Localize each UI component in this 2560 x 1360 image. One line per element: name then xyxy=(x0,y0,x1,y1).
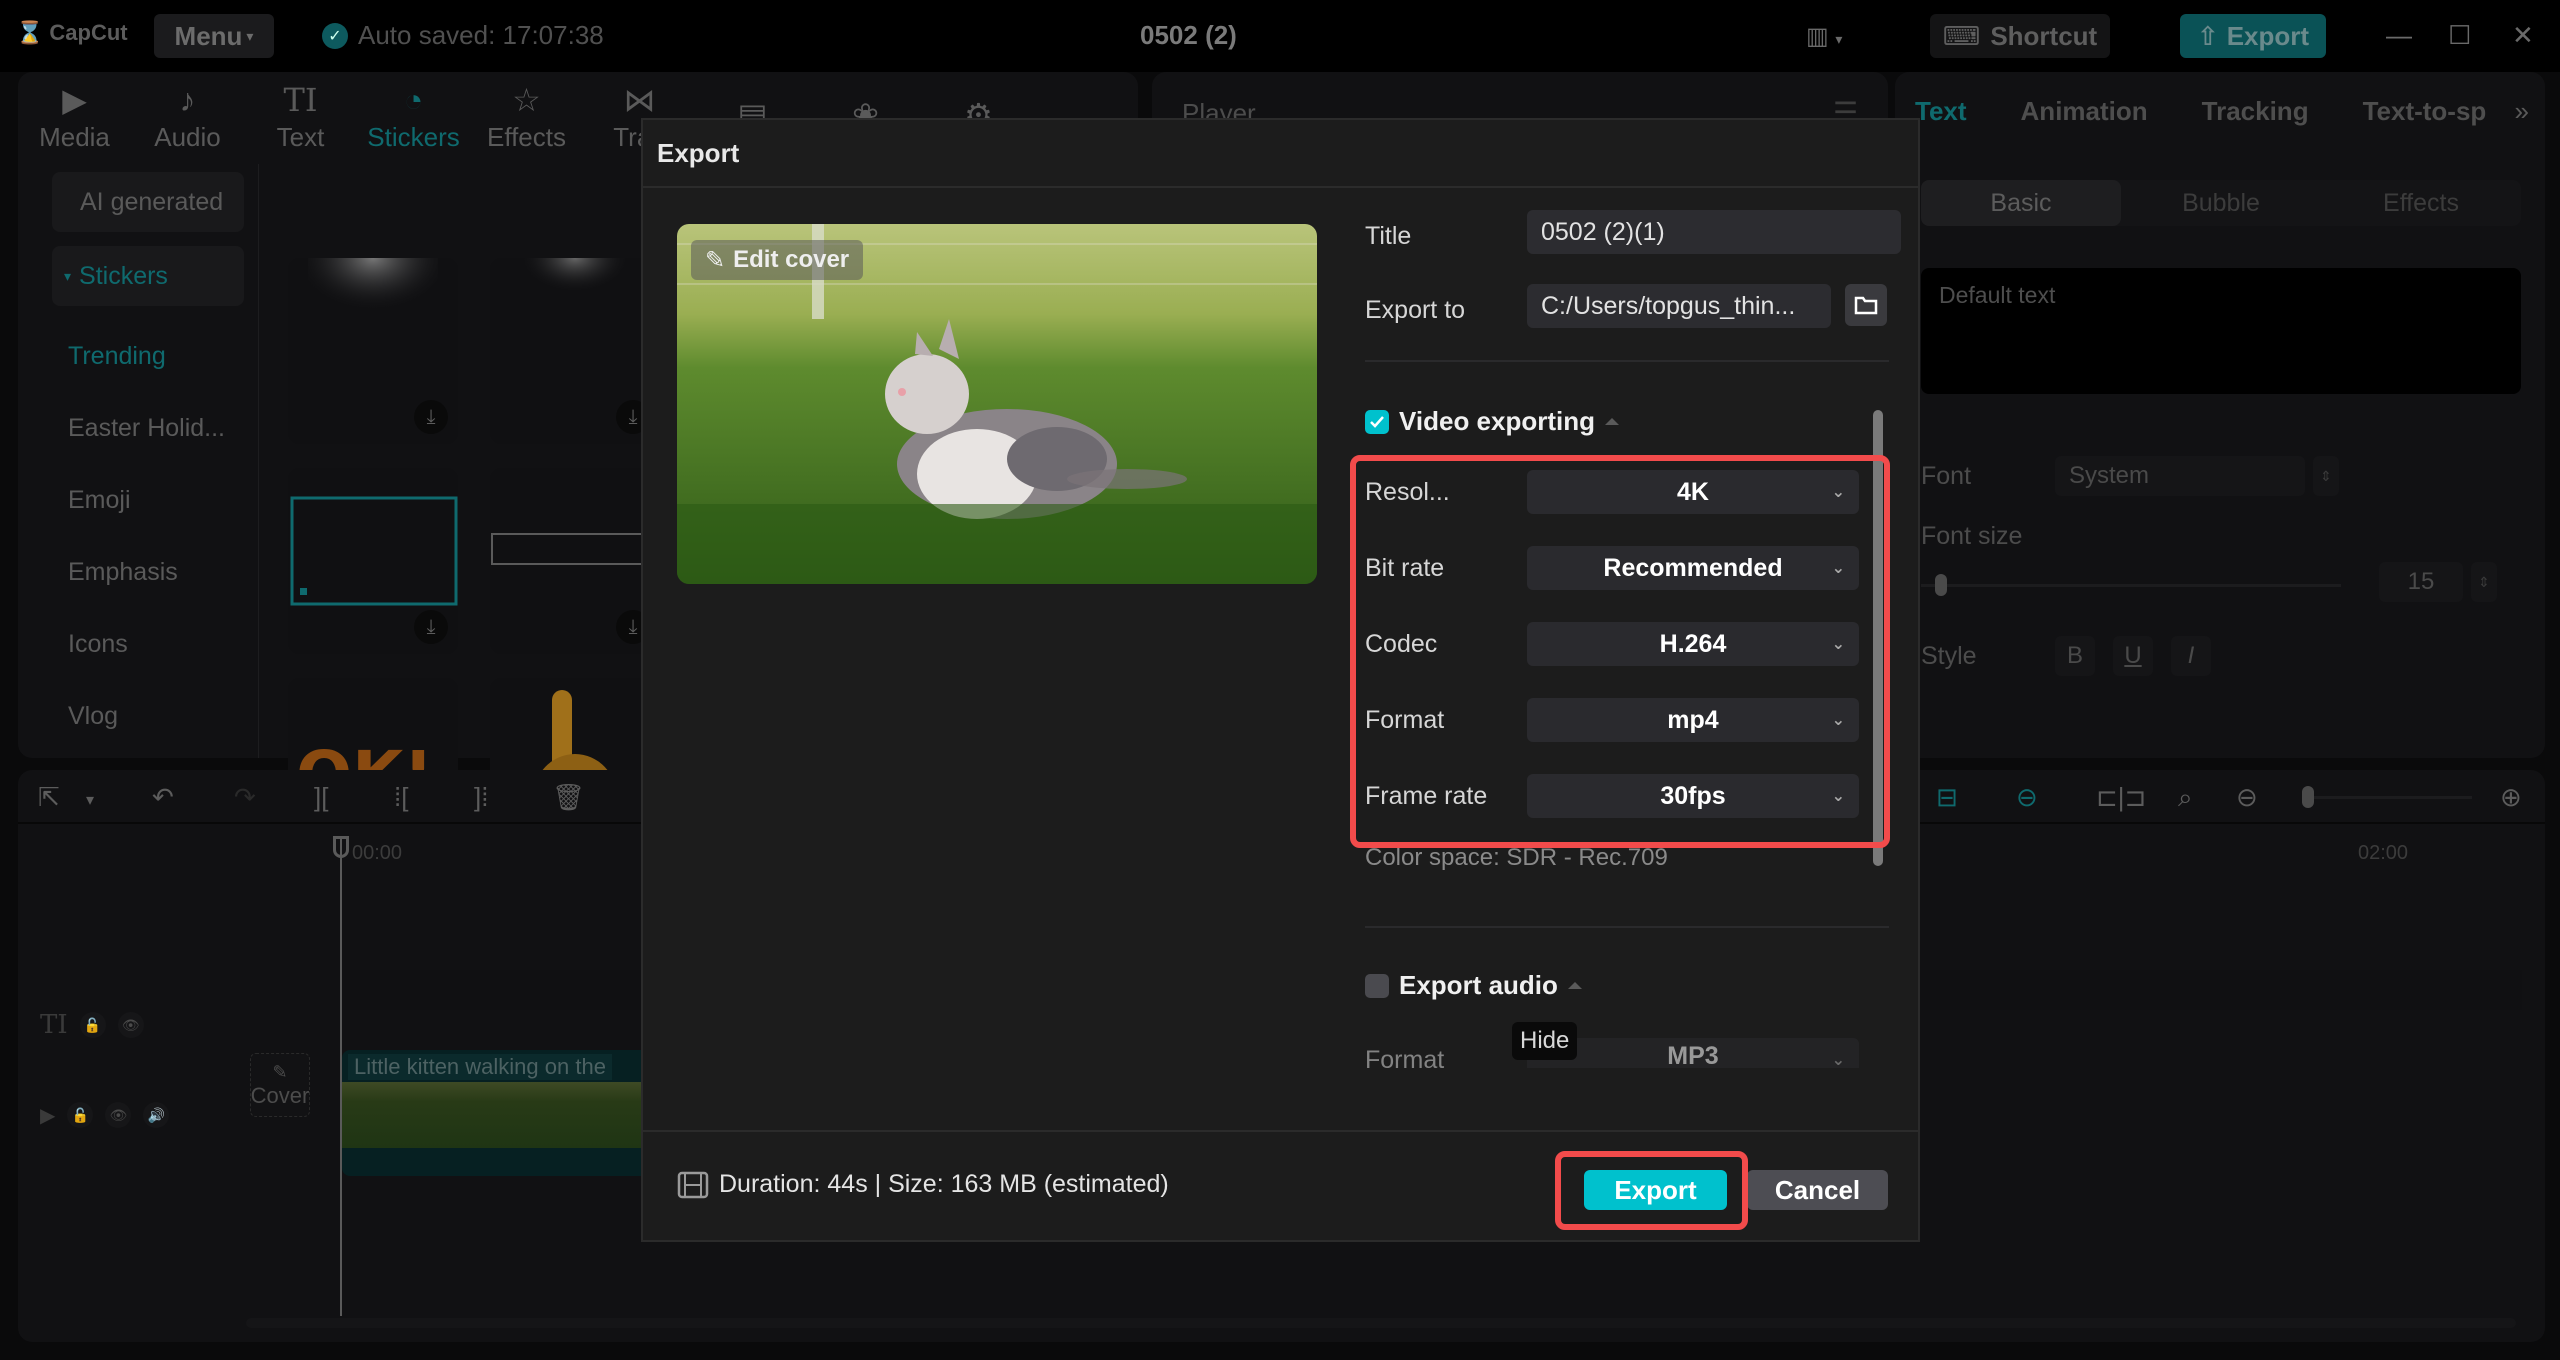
export-audio-label: Export audio xyxy=(1399,970,1558,1000)
export-to-label: Export to xyxy=(1365,296,1466,324)
chevron-down-icon: ⌄ xyxy=(1831,1052,1845,1069)
divider xyxy=(1365,360,1889,362)
settings-scrollbar[interactable] xyxy=(1873,410,1883,866)
divider xyxy=(1365,926,1889,928)
chevron-down-icon: ⌄ xyxy=(1831,484,1845,501)
bitrate-value: Recommended xyxy=(1603,553,1783,582)
resolution-value: 4K xyxy=(1677,477,1709,506)
edit-cover-label: Edit cover xyxy=(733,246,850,273)
chevron-down-icon: ⌄ xyxy=(1831,560,1845,577)
cancel-button[interactable]: Cancel xyxy=(1747,1170,1888,1210)
footer-divider xyxy=(643,1130,1918,1132)
export-summary: Duration: 44s | Size: 163 MB (estimated) xyxy=(677,1170,1169,1199)
bitrate-label: Bit rate xyxy=(1365,554,1445,582)
export-settings: Title 0502 (2)(1) Export to C:/Users/top… xyxy=(1365,188,1905,1188)
frame-rate-select[interactable]: 30fps ⌄ xyxy=(1527,774,1859,818)
audio-export-checkbox[interactable] xyxy=(1365,973,1389,998)
bitrate-select[interactable]: Recommended ⌄ xyxy=(1527,546,1859,590)
format-value: mp4 xyxy=(1667,705,1719,734)
resolution-select[interactable]: 4K ⌄ xyxy=(1527,470,1859,514)
export-button[interactable]: Export xyxy=(1584,1170,1727,1210)
format-select[interactable]: mp4 ⌄ xyxy=(1527,698,1859,742)
video-export-checkbox[interactable] xyxy=(1365,409,1389,434)
collapse-caret-icon[interactable] xyxy=(1605,418,1619,425)
chevron-down-icon: ⌄ xyxy=(1831,712,1845,729)
pencil-icon: ✎ xyxy=(705,246,726,274)
title-input[interactable]: 0502 (2)(1) xyxy=(1527,210,1901,254)
codec-label: Codec xyxy=(1365,630,1438,658)
frame-rate-value: 30fps xyxy=(1660,781,1726,810)
video-exporting-header[interactable]: Video exporting xyxy=(1365,406,1619,437)
edit-cover-button[interactable]: ✎ Edit cover xyxy=(691,240,864,280)
video-exporting-label: Video exporting xyxy=(1399,406,1595,436)
collapse-caret-icon[interactable] xyxy=(1567,982,1582,989)
duration-size-text: Duration: 44s | Size: 163 MB (estimated) xyxy=(719,1170,1169,1198)
color-space-text: Color space: SDR - Rec.709 xyxy=(1365,844,1668,871)
dialog-title: Export xyxy=(643,120,1918,188)
audio-format-value: MP3 xyxy=(1667,1042,1719,1070)
export-audio-header[interactable]: Export audio xyxy=(1365,970,1582,1001)
chevron-down-icon: ⌄ xyxy=(1831,636,1845,653)
format-label: Format xyxy=(1365,706,1445,734)
frame-rate-label: Frame rate xyxy=(1365,782,1488,810)
hide-tooltip: Hide xyxy=(1512,1022,1578,1060)
codec-select[interactable]: H.264 ⌄ xyxy=(1527,622,1859,666)
folder-icon[interactable] xyxy=(1845,284,1887,326)
export-path-input[interactable]: C:/Users/topgus_thin... xyxy=(1527,284,1831,328)
export-dialog: Export ✎ Edit cover Title 0502 (2)(1) Ex… xyxy=(641,118,1920,1242)
cover-preview[interactable]: ✎ Edit cover xyxy=(677,224,1317,584)
title-label: Title xyxy=(1365,222,1412,250)
film-icon xyxy=(677,1171,709,1198)
resolution-label: Resol... xyxy=(1365,478,1450,506)
codec-value: H.264 xyxy=(1659,629,1727,658)
chevron-down-icon: ⌄ xyxy=(1831,788,1845,805)
audio-format-label: Format xyxy=(1365,1046,1445,1074)
